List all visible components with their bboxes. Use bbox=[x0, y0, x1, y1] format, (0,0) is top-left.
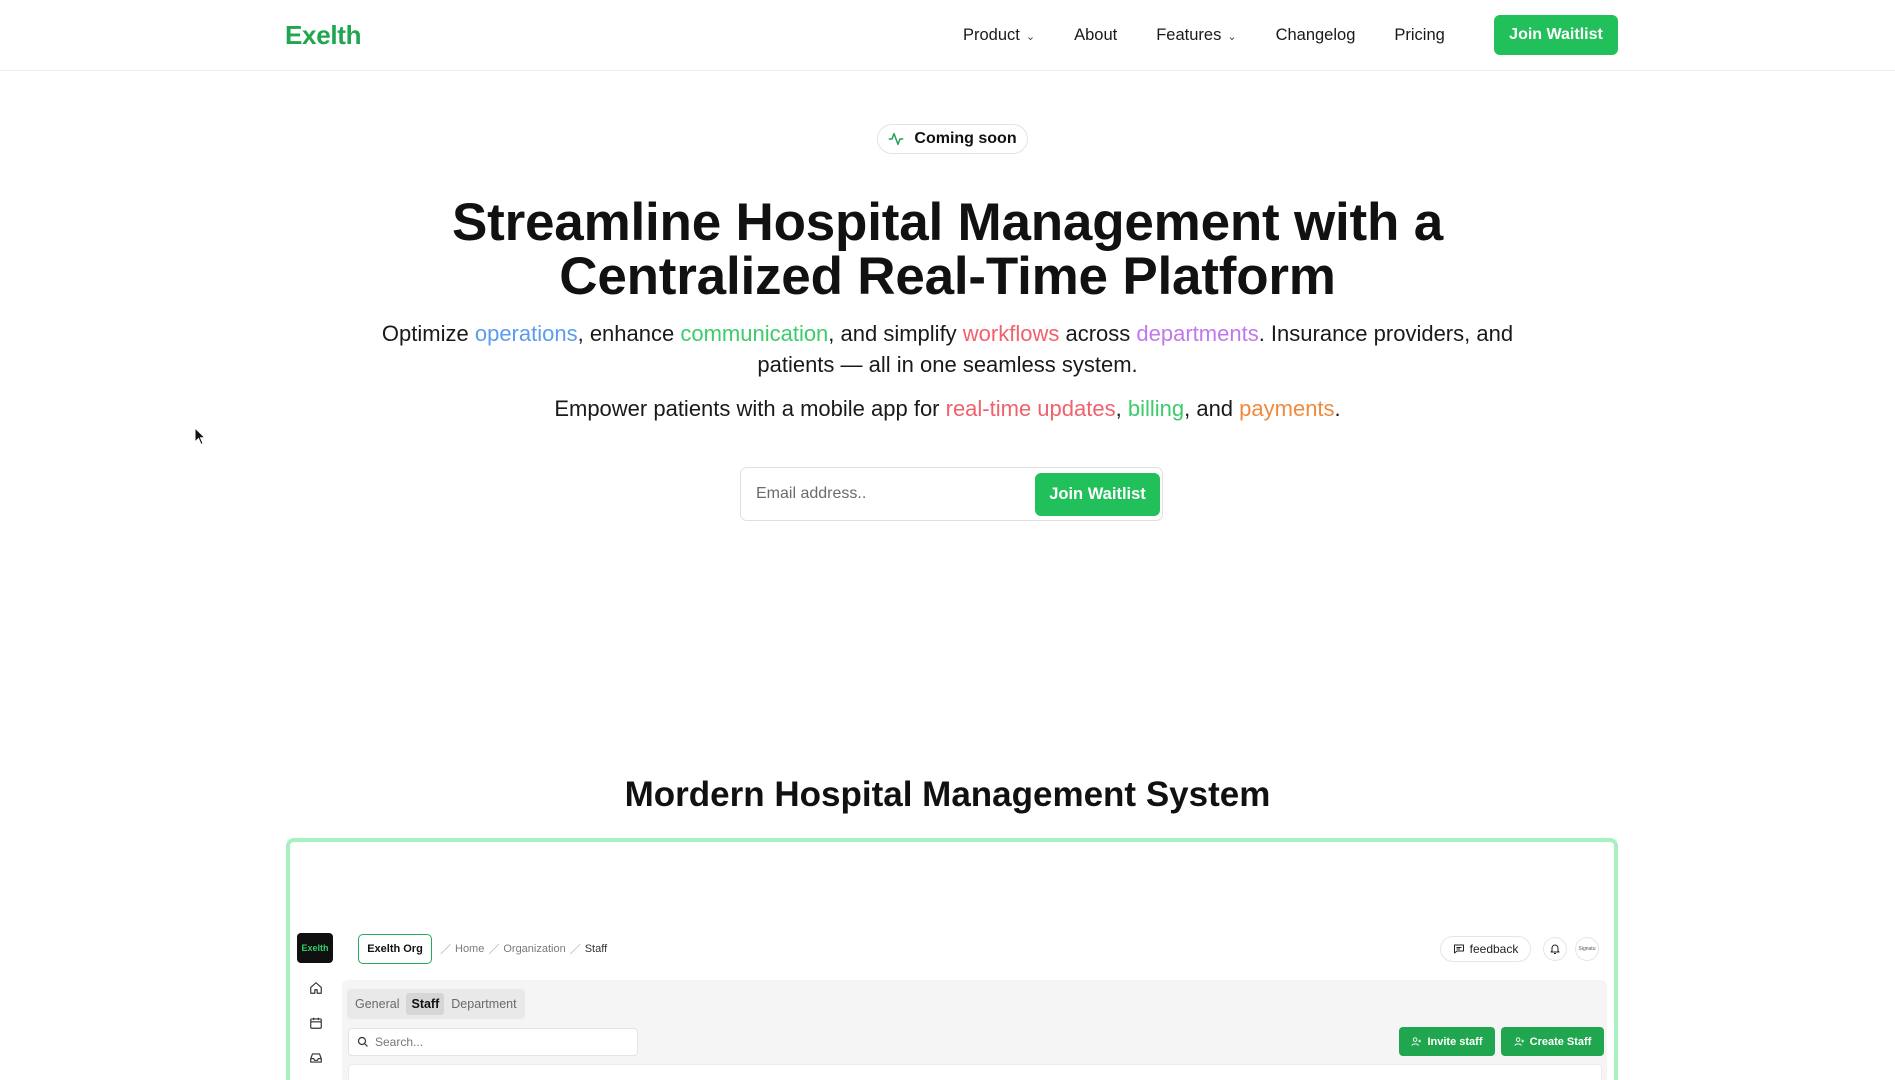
nav-item-product[interactable]: Product ⌄ bbox=[963, 26, 1035, 45]
join-waitlist-button[interactable]: Join Waitlist bbox=[1035, 473, 1160, 516]
breadcrumb-separator: ／ bbox=[569, 944, 581, 956]
nav-item-changelog[interactable]: Changelog bbox=[1276, 26, 1356, 45]
breadcrumb-staff: Staff bbox=[584, 943, 608, 955]
badge-label: Coming soon bbox=[914, 130, 1017, 147]
breadcrumb-organization[interactable]: Organization bbox=[503, 943, 565, 955]
org-switcher[interactable]: Exelth Org bbox=[358, 934, 432, 964]
search-placeholder: Search... bbox=[375, 1035, 424, 1049]
user-plus-icon bbox=[1411, 1037, 1422, 1046]
keyword-workflows: workflows bbox=[962, 321, 1060, 346]
hero-title: Streamline Hospital Management with a Ce… bbox=[300, 196, 1595, 304]
keyword-operations: operations bbox=[474, 321, 578, 346]
keyword-billing: billing bbox=[1127, 396, 1185, 421]
invite-staff-button[interactable]: Invite staff bbox=[1399, 1027, 1495, 1056]
subtitle-text: , enhance bbox=[577, 321, 681, 346]
keyword-communication: communication bbox=[680, 321, 829, 346]
breadcrumb-home[interactable]: Home bbox=[455, 943, 484, 955]
join-waitlist-nav-button[interactable]: Join Waitlist bbox=[1494, 15, 1618, 55]
breadcrumb-separator: ／ bbox=[488, 944, 500, 956]
inbox-icon[interactable] bbox=[308, 1050, 324, 1066]
waitlist-form: Join Waitlist bbox=[740, 467, 1163, 521]
nav-item-label: Pricing bbox=[1394, 25, 1445, 44]
keyword-departments: departments bbox=[1136, 321, 1259, 346]
user-add-icon bbox=[1514, 1037, 1524, 1046]
message-icon bbox=[1453, 944, 1464, 954]
hero-subtitle-2: Empower patients with a mobile app for r… bbox=[380, 393, 1515, 424]
tab-general[interactable]: General bbox=[350, 993, 404, 1015]
calendar-icon[interactable] bbox=[308, 1015, 324, 1031]
subtitle-text: Empower patients with a mobile app for bbox=[554, 396, 946, 421]
invite-staff-label: Invite staff bbox=[1427, 1035, 1483, 1048]
nav-item-label: About bbox=[1074, 25, 1118, 44]
nav-item-label: Product bbox=[963, 25, 1020, 44]
activity-pulse-icon bbox=[888, 132, 904, 146]
coming-soon-badge: Coming soon bbox=[877, 124, 1028, 154]
bell-icon bbox=[1550, 944, 1560, 954]
feedback-label: feedback bbox=[1469, 942, 1519, 956]
app-preview-frame: Exelth Exelth Org ／ Home ／ Organization … bbox=[286, 838, 1618, 1080]
feedback-button[interactable]: feedback bbox=[1440, 936, 1531, 962]
home-icon[interactable] bbox=[308, 980, 324, 996]
nav-item-label: Features bbox=[1156, 25, 1222, 44]
nav-item-pricing[interactable]: Pricing bbox=[1394, 26, 1444, 45]
tab-list: General Staff Department bbox=[347, 989, 525, 1019]
avatar[interactable]: Signatu bbox=[1575, 937, 1599, 961]
notifications-button[interactable] bbox=[1543, 937, 1567, 961]
create-staff-button[interactable]: Create Staff bbox=[1501, 1027, 1604, 1056]
mouse-cursor-icon bbox=[194, 427, 206, 446]
subtitle-text: . bbox=[1334, 396, 1341, 421]
app-logo: Exelth bbox=[297, 933, 333, 963]
subtitle-text: , and bbox=[1184, 396, 1240, 421]
subtitle-text: , and simplify bbox=[828, 321, 963, 346]
hero-title-line-1: Streamline Hospital Management with a bbox=[452, 193, 1443, 252]
breadcrumb-separator: ／ bbox=[440, 944, 451, 956]
hero-title-line-2: Centralized Real-Time Platform bbox=[559, 247, 1336, 306]
chevron-down-icon: ⌄ bbox=[1227, 30, 1237, 43]
section-title: Mordern Hospital Management System bbox=[624, 775, 1271, 814]
chevron-down-icon: ⌄ bbox=[1025, 30, 1036, 43]
top-navbar: Exelth Product ⌄ About Features ⌄ Change… bbox=[0, 0, 1895, 71]
subtitle-text: Optimize bbox=[381, 321, 475, 346]
create-staff-label: Create Staff bbox=[1529, 1035, 1592, 1048]
hero-subtitle: Optimize operations, enhance communicati… bbox=[380, 318, 1515, 380]
nav-item-label: Changelog bbox=[1275, 25, 1356, 44]
nav-links: Product ⌄ About Features ⌄ Changelog Pri… bbox=[963, 0, 1484, 70]
staff-search-input[interactable]: Search... bbox=[348, 1028, 638, 1056]
nav-item-features[interactable]: Features ⌄ bbox=[1156, 26, 1236, 45]
brand-logo[interactable]: Exelth bbox=[285, 20, 362, 51]
email-input[interactable] bbox=[742, 469, 1032, 519]
keyword-real-time-updates: real-time updates bbox=[945, 396, 1116, 421]
staff-table bbox=[348, 1064, 1602, 1080]
keyword-payments: payments bbox=[1239, 396, 1335, 421]
staff-panel: General Staff Department Search... Invit… bbox=[342, 980, 1607, 1080]
subtitle-text: , bbox=[1115, 396, 1128, 421]
search-icon bbox=[357, 1036, 368, 1047]
tab-staff[interactable]: Staff bbox=[406, 993, 445, 1015]
tab-department[interactable]: Department bbox=[446, 993, 521, 1015]
breadcrumb: ／ Home ／ Organization ／ Staff bbox=[438, 941, 607, 957]
subtitle-text: across bbox=[1059, 321, 1137, 346]
nav-item-about[interactable]: About bbox=[1074, 26, 1117, 45]
